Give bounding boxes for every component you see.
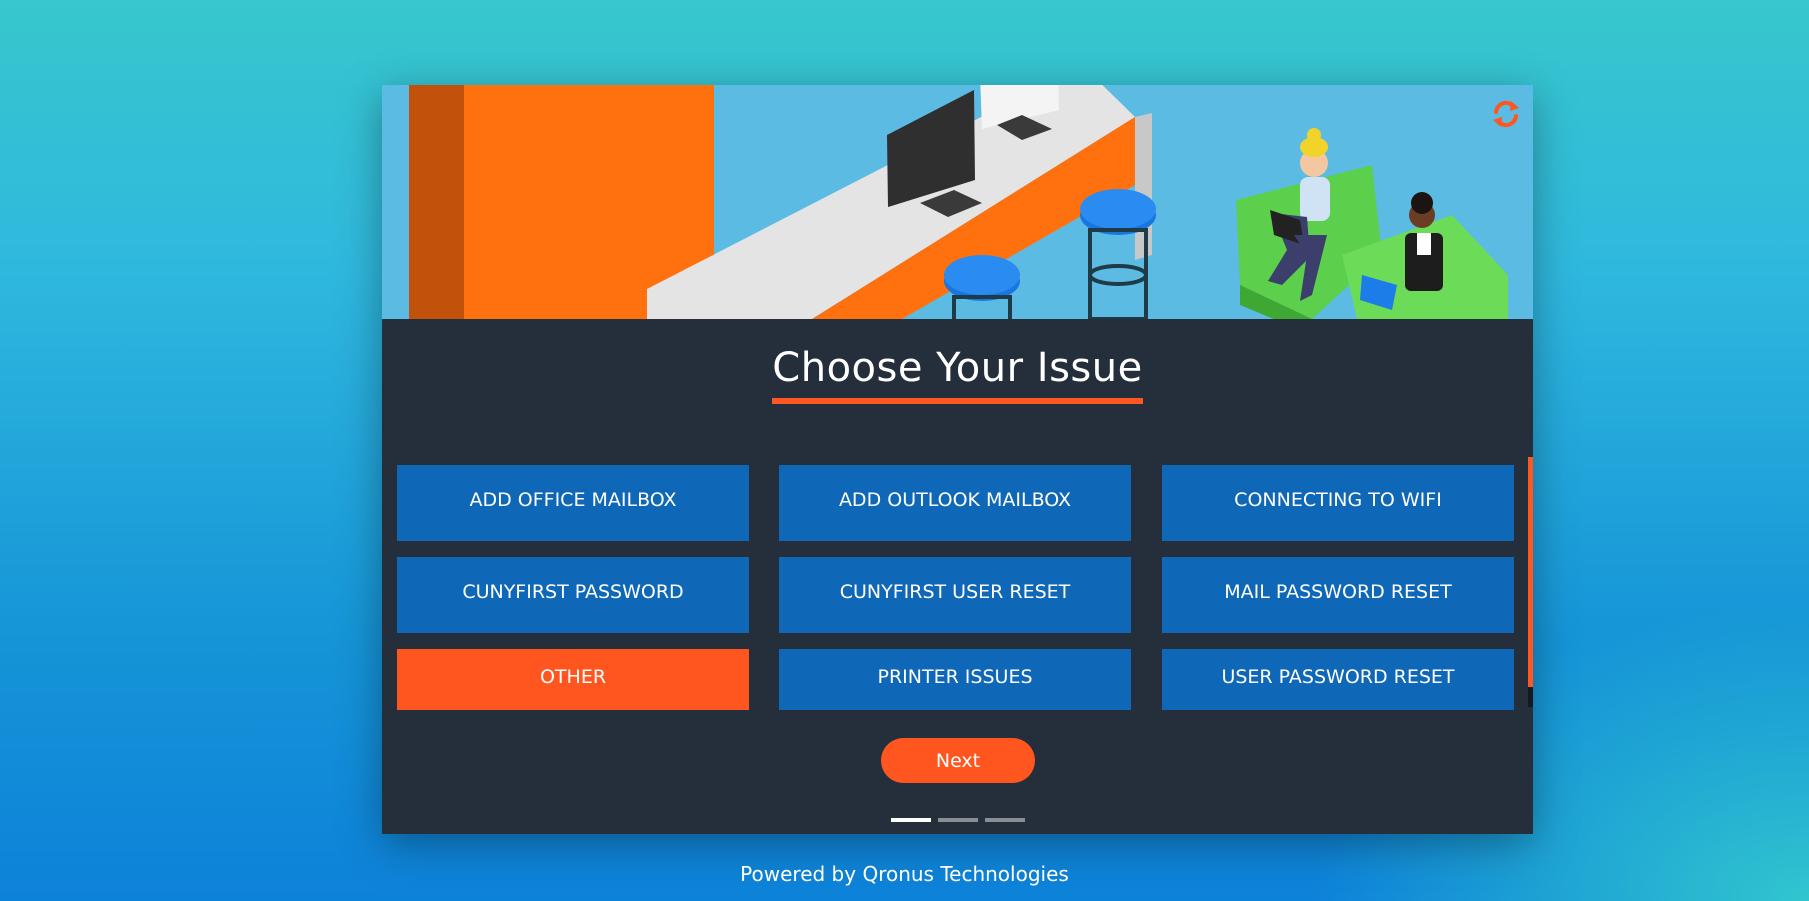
refresh-icon[interactable]: [1490, 98, 1522, 130]
pager-dot-3[interactable]: [985, 818, 1025, 822]
issue-label: USER PASSWORD RESET: [1221, 665, 1455, 688]
issues-scrollbar[interactable]: [1528, 457, 1533, 707]
scrollbar-thumb[interactable]: [1528, 457, 1533, 687]
issue-label: MAIL PASSWORD RESET: [1224, 581, 1452, 603]
footer-credit: Powered by Qronus Technologies: [740, 862, 1069, 886]
next-button[interactable]: Next: [881, 738, 1035, 783]
pager-dot-2[interactable]: [938, 818, 978, 822]
issue-printer-issues[interactable]: PRINTER ISSUES: [779, 649, 1131, 710]
pager-dot-1[interactable]: [891, 818, 931, 822]
issue-mail-password-reset[interactable]: MAIL PASSWORD RESET: [1162, 557, 1514, 633]
issue-user-password-reset[interactable]: USER PASSWORD RESET: [1162, 649, 1514, 710]
issue-label: PRINTER ISSUES: [877, 665, 1033, 688]
page-title: Choose Your Issue: [772, 345, 1143, 404]
issue-label: ADD OUTLOOK MAILBOX: [838, 489, 1072, 511]
issue-label: ADD OFFICE MAILBOX: [469, 489, 677, 511]
issue-label: CONNECTING TO WIFI: [1234, 489, 1442, 511]
issue-cunyfirst-user-reset[interactable]: CUNYFIRST USER RESET: [779, 557, 1131, 633]
issue-label: OTHER: [539, 665, 607, 688]
next-button-label: Next: [935, 749, 981, 772]
issue-add-outlook-mailbox[interactable]: ADD OUTLOOK MAILBOX: [779, 465, 1131, 541]
issue-other[interactable]: OTHER: [397, 649, 749, 710]
issue-connecting-to-wifi[interactable]: CONNECTING TO WIFI: [1162, 465, 1514, 541]
issue-label: CUNYFIRST USER RESET: [839, 581, 1071, 603]
title-wrap: Choose Your Issue: [382, 319, 1533, 404]
issue-label: CUNYFIRST PASSWORD: [462, 581, 684, 603]
kiosk-card: Choose Your Issue ADD OFFICE MAILBOX ADD…: [382, 85, 1533, 834]
issue-add-office-mailbox[interactable]: ADD OFFICE MAILBOX: [397, 465, 749, 541]
issue-cunyfirst-password[interactable]: CUNYFIRST PASSWORD: [397, 557, 749, 633]
hero-illustration: [382, 85, 1533, 319]
